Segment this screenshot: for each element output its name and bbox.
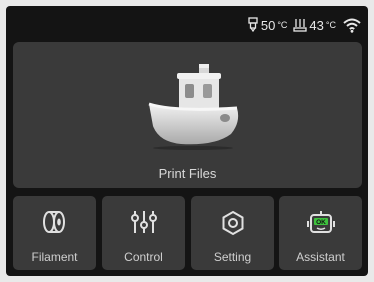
bottom-nav: Filament Control Setting OK Assistant (13, 196, 362, 270)
nozzle-icon (247, 17, 259, 33)
nozzle-temp-status: 50 °C (247, 17, 288, 33)
setting-button[interactable]: Setting (191, 196, 274, 270)
print-files-button[interactable]: Print Files (13, 42, 362, 188)
setting-label: Setting (213, 250, 252, 264)
filament-spool-icon (42, 211, 65, 233)
print-files-label: Print Files (158, 166, 217, 181)
filament-label: Filament (31, 250, 78, 264)
wifi-icon[interactable] (342, 17, 362, 33)
robot-ok-icon: OK (306, 211, 335, 233)
control-button[interactable]: Control (102, 196, 185, 270)
printer-screen: 50 °C 43 °C Print Files Filament Control… (6, 6, 368, 276)
assistant-label: Assistant (296, 250, 345, 264)
hex-nut-icon (222, 210, 243, 236)
svg-text:OK: OK (316, 219, 326, 226)
sliders-icon (130, 211, 157, 233)
bed-temp-value: 43 (309, 17, 324, 33)
bed-temp-status: 43 °C (293, 18, 336, 33)
benchy-boat-image (148, 64, 239, 150)
nozzle-temp-value: 50 (260, 17, 276, 33)
nozzle-temp-unit: °C (277, 20, 288, 30)
filament-button[interactable]: Filament (13, 196, 96, 270)
control-label: Control (124, 250, 163, 264)
heated-bed-icon (293, 18, 308, 32)
assistant-button[interactable]: OK Assistant (279, 196, 362, 270)
status-bar: 50 °C 43 °C (247, 15, 362, 35)
bed-temp-unit: °C (325, 20, 336, 30)
